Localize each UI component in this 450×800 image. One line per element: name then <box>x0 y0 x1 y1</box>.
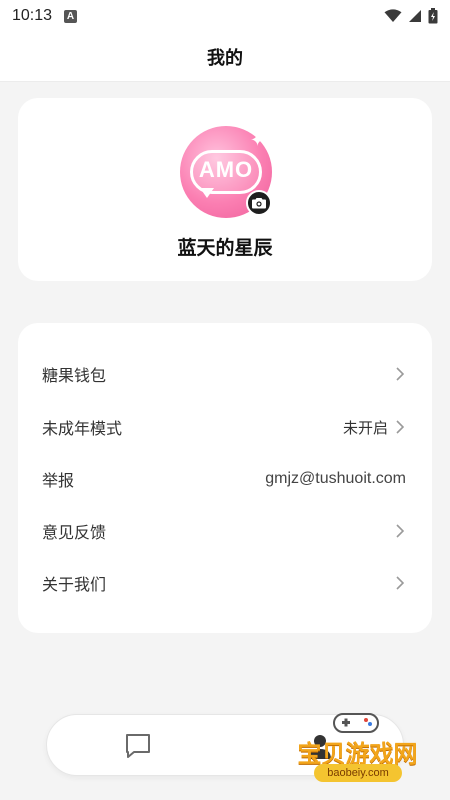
menu-item-candy-wallet[interactable]: 糖果钱包 <box>18 348 432 400</box>
chat-bubble-icon <box>126 734 150 758</box>
page-title: 我的 <box>207 47 243 69</box>
menu-item-label: 未成年模式 <box>42 419 123 438</box>
notification-icon: A <box>64 9 78 23</box>
site-watermark: 宝贝游戏网 baobeiy.com <box>270 704 445 794</box>
chevron-right-icon <box>396 576 404 590</box>
speech-bubble-tail <box>200 188 214 198</box>
menu-item-label: 意见反馈 <box>42 523 107 542</box>
menu-item-report[interactable]: 举报 gmjz@tushuoit.com <box>18 453 432 505</box>
change-avatar-button[interactable] <box>246 190 272 216</box>
username: 蓝天的星辰 <box>177 237 273 259</box>
status-time: 10:13 <box>12 7 53 24</box>
menu-item-minor-mode[interactable]: 未成年模式 未开启 <box>18 401 432 453</box>
sparkle-icon: ✦ <box>250 130 266 151</box>
chevron-right-icon <box>396 420 404 434</box>
status-indicators <box>384 8 438 24</box>
chevron-right-icon <box>396 367 404 381</box>
chevron-right-icon <box>396 524 404 538</box>
page-header: 我的 <box>0 32 450 82</box>
avatar-logo-text: AMO <box>198 157 254 182</box>
menu-item-label: 关于我们 <box>42 575 107 594</box>
settings-menu: 糖果钱包 未成年模式 未开启 举报 gmjz@tushuoit.com 意见反馈 <box>18 323 432 633</box>
camera-icon <box>252 198 266 209</box>
wifi-icon <box>384 9 402 22</box>
status-bar: 10:13 A <box>0 0 450 32</box>
report-email: gmjz@tushuoit.com <box>265 470 406 487</box>
tab-messages[interactable] <box>123 731 153 761</box>
menu-item-about-us[interactable]: 关于我们 <box>18 557 432 609</box>
battery-icon <box>428 8 438 24</box>
minor-mode-status: 未开启 <box>342 418 388 437</box>
watermark-url: baobeiy.com <box>314 764 402 782</box>
menu-item-label: 举报 <box>42 471 75 490</box>
menu-item-label: 糖果钱包 <box>42 366 107 385</box>
profile-card: AMO ✦ 蓝天的星辰 <box>18 98 432 281</box>
signal-icon <box>409 10 421 22</box>
gamepad-icon <box>333 713 379 733</box>
menu-item-feedback[interactable]: 意见反馈 <box>18 505 432 557</box>
